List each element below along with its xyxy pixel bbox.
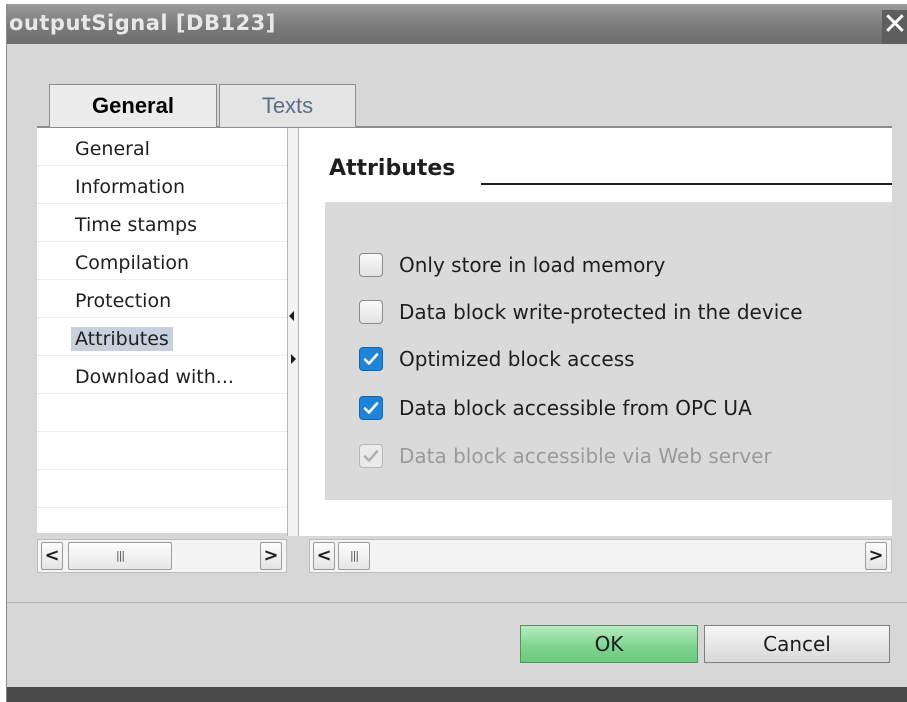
checkbox-label: Only store in load memory bbox=[399, 253, 666, 277]
scroll-right-button[interactable]: > bbox=[865, 542, 887, 570]
grip-icon: ||| bbox=[115, 549, 125, 562]
nav-item-label: Time stamps bbox=[75, 214, 197, 236]
title-bar[interactable]: outputSignal [DB123] ✕ bbox=[7, 4, 907, 44]
nav-empty-row bbox=[37, 394, 287, 432]
scroll-left-button[interactable]: < bbox=[313, 542, 335, 570]
checkmark-icon bbox=[363, 450, 379, 462]
checkmark-icon bbox=[363, 402, 379, 414]
nav-item-label: Compilation bbox=[75, 252, 190, 274]
nav-item-label: Protection bbox=[75, 290, 172, 312]
collapse-left-icon[interactable] bbox=[289, 311, 294, 321]
attributes-group: Only store in load memory Data block wri… bbox=[325, 202, 892, 500]
tab-general[interactable]: General bbox=[49, 84, 217, 127]
scroll-left-button[interactable]: < bbox=[41, 542, 63, 570]
checkbox-opc-ua[interactable] bbox=[359, 396, 383, 420]
ok-button-label: OK bbox=[594, 632, 624, 656]
checkbox-label: Data block accessible via Web server bbox=[399, 444, 772, 468]
nav-horizontal-scrollbar[interactable]: < ||| > bbox=[37, 539, 287, 573]
cancel-button-label: Cancel bbox=[763, 632, 831, 656]
nav-item-general[interactable]: General bbox=[37, 128, 287, 166]
nav-item-attributes[interactable]: Attributes bbox=[37, 318, 287, 356]
chevron-right-icon: > bbox=[868, 545, 884, 566]
nav-item-time-stamps[interactable]: Time stamps bbox=[37, 204, 287, 242]
cancel-button[interactable]: Cancel bbox=[704, 625, 890, 663]
window-bottom-border bbox=[7, 687, 907, 702]
checkbox-optimized-access[interactable] bbox=[359, 347, 383, 371]
checkbox-write-protected[interactable] bbox=[359, 300, 383, 324]
close-button[interactable]: ✕ bbox=[882, 10, 907, 44]
checkbox-label: Data block write-protected in the device bbox=[399, 300, 803, 324]
section-title: Attributes bbox=[329, 156, 456, 181]
scroll-thumb[interactable]: ||| bbox=[68, 542, 172, 570]
tab-texts[interactable]: Texts bbox=[219, 84, 356, 127]
navigation-panel: General Information Time stamps Compilat… bbox=[37, 128, 287, 533]
tab-general-label: General bbox=[92, 93, 174, 118]
chevron-left-icon: < bbox=[44, 545, 60, 566]
checkbox-load-memory[interactable] bbox=[359, 253, 383, 277]
nav-item-label: Download with... bbox=[75, 366, 234, 388]
expand-right-icon[interactable] bbox=[291, 354, 296, 364]
panel-splitter[interactable] bbox=[287, 128, 299, 536]
nav-item-download-with[interactable]: Download with... bbox=[37, 356, 287, 394]
content-horizontal-scrollbar[interactable]: < ||| > bbox=[309, 539, 892, 573]
nav-item-compilation[interactable]: Compilation bbox=[37, 242, 287, 280]
nav-item-protection[interactable]: Protection bbox=[37, 280, 287, 318]
scroll-right-button[interactable]: > bbox=[260, 542, 282, 570]
chevron-left-icon: < bbox=[316, 545, 332, 566]
ok-button[interactable]: OK bbox=[520, 625, 698, 663]
checkbox-label: Data block accessible from OPC UA bbox=[399, 396, 752, 420]
nav-item-label: General bbox=[75, 138, 150, 160]
chevron-right-icon: > bbox=[263, 545, 279, 566]
nav-item-label: Information bbox=[75, 176, 185, 198]
grip-icon: ||| bbox=[349, 549, 359, 562]
tab-texts-label: Texts bbox=[261, 93, 314, 118]
section-divider bbox=[481, 183, 892, 185]
footer-divider bbox=[7, 602, 907, 603]
close-icon: ✕ bbox=[882, 7, 907, 42]
window-title: outputSignal [DB123] bbox=[9, 11, 276, 35]
attributes-panel: Attributes Only store in load memory Dat… bbox=[299, 128, 892, 536]
nav-item-label-selected: Attributes bbox=[71, 327, 173, 351]
scroll-thumb[interactable]: ||| bbox=[338, 542, 370, 570]
nav-empty-row bbox=[37, 432, 287, 470]
nav-empty-row bbox=[37, 470, 287, 508]
checkbox-label: Optimized block access bbox=[399, 347, 635, 371]
checkbox-web-server bbox=[359, 444, 383, 468]
dialog-window: outputSignal [DB123] ✕ General Texts Gen… bbox=[6, 4, 907, 702]
checkmark-icon bbox=[363, 353, 379, 365]
nav-item-information[interactable]: Information bbox=[37, 166, 287, 204]
